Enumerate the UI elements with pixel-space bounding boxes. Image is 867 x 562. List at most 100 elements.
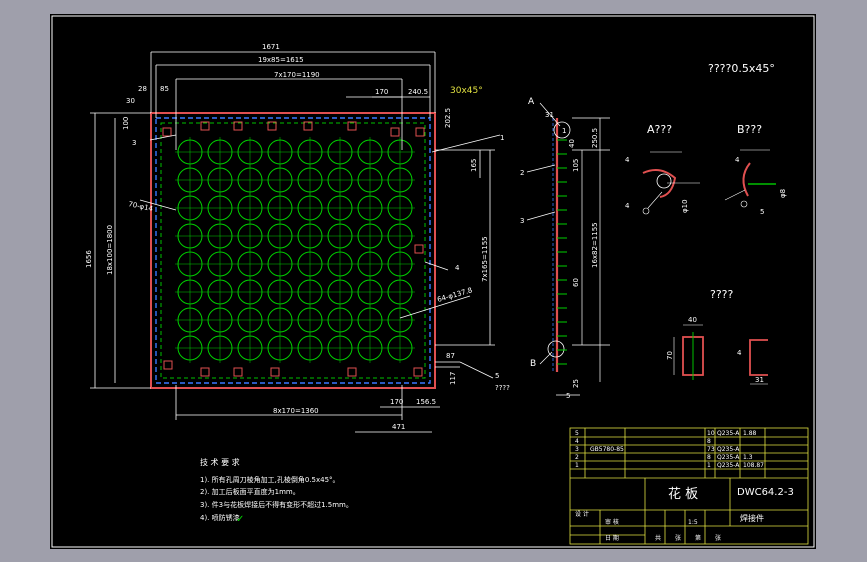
dim-85: 85 — [160, 85, 169, 93]
plate-outline — [150, 112, 436, 389]
row-5: 5 — [575, 430, 579, 437]
chamfer-note: ????0.5x45° — [708, 62, 775, 75]
bolt-marker — [200, 367, 210, 377]
row-3-qty: 73 — [707, 446, 715, 453]
detail-a-4b: 4 — [625, 202, 630, 210]
side-dim-105: 105 — [572, 159, 580, 172]
row-1-wt: 108.87 — [743, 462, 764, 469]
row-1: 1 — [575, 462, 579, 469]
dim-87: 87 — [446, 352, 455, 360]
dim-hole-span-top: 7x170=1190 — [274, 71, 320, 79]
side-span: 16x82=1155 — [591, 222, 599, 268]
detail-c-31: 31 — [755, 376, 764, 384]
checkmark-icon: ✓ — [236, 514, 244, 525]
bolt-marker — [413, 367, 423, 377]
detail-a-4a: 4 — [625, 156, 630, 164]
side-label-a: A — [528, 97, 535, 107]
detail-c: ???? 40 70 31 4 — [666, 288, 768, 385]
row-3: 3 — [575, 446, 579, 453]
side-dim-5: 5 — [566, 392, 570, 400]
bolt-circle-line — [160, 122, 426, 379]
dim-156-5: 156.5 — [416, 398, 436, 406]
part-name: 花 板 — [668, 486, 698, 502]
detail-c-70: 70 — [666, 351, 674, 360]
note-line-4: 4). 喷防锈漆 — [200, 513, 240, 522]
dim-left-bolt: 18x100=1800 — [106, 225, 114, 275]
dim-240-5: 240.5 — [408, 88, 428, 96]
row-4: 4 — [575, 438, 579, 445]
bolt-marker — [233, 367, 243, 377]
dim-hole-span-right: 7x165=1155 — [481, 236, 489, 282]
hole-grid — [175, 137, 415, 363]
dim-30: 30 — [126, 97, 135, 105]
sheet-border — [51, 15, 815, 548]
side-mark-2: 2 — [520, 169, 524, 177]
detail-a: A??? 4 4 φ10 — [625, 123, 700, 215]
row-5-qty: 10 — [707, 430, 715, 437]
dim-170-top: 170 — [375, 88, 388, 96]
side-view: A B 31 1 250.5 40 105 16x82=1155 60 25 5… — [520, 97, 610, 400]
side-label-b: B — [530, 359, 536, 369]
detail-b-title: B??? — [737, 123, 762, 136]
chamfer-label-text: 30x45° — [450, 86, 483, 96]
bolt-marker — [347, 367, 357, 377]
dim-471: 471 — [392, 423, 405, 431]
side-dim-60: 60 — [572, 278, 580, 287]
drawing-number: DWC64.2-3 — [737, 487, 794, 498]
row-2: 2 — [575, 454, 579, 461]
tb-date: 日 期 — [605, 534, 619, 542]
tb-check: 审 核 — [605, 518, 619, 526]
detail-b-5: 5 — [760, 208, 764, 216]
title-block: 5 4 3 2 1 GB5780-85 10 Q235-A 1.88 8 73 … — [569, 427, 809, 545]
row-3-mat: Q235-A — [717, 446, 740, 453]
note-line-2: 2). 加工后板面平直度为1mm。 — [200, 487, 300, 496]
row-1-mat: Q235-A — [717, 462, 740, 469]
note-line-3: 3). 件3与花板焊接后不得有变形不超过1.5mm。 — [200, 500, 353, 509]
tb-sheets-b: 张 — [675, 534, 681, 542]
detail-b-4: 4 — [735, 156, 740, 164]
bolt-marker — [415, 127, 425, 137]
technical-notes: 技 术 要 求 1). 所有孔周刀棱角加工,孔棱倒角0.5x45°。 2). 加… — [200, 457, 353, 525]
side-ticks — [557, 139, 567, 365]
row-2-mat: Q235-A — [717, 454, 740, 461]
bolt-marker — [163, 360, 173, 370]
detail-c-40: 40 — [688, 316, 697, 324]
mark-5: 5 — [495, 372, 499, 380]
mark-1: 1 — [500, 134, 504, 142]
main-plate-view — [150, 112, 436, 389]
row-2-qty: 8 — [707, 454, 711, 461]
dim-117: 117 — [449, 372, 457, 385]
bolt-markers — [162, 121, 425, 377]
tb-sheet-b: 张 — [715, 534, 721, 542]
bolt-marker — [414, 244, 424, 254]
row-4-qty: 8 — [707, 438, 711, 445]
subtitle: 焊接件 — [740, 513, 764, 523]
dim-overall-width: 1671 — [262, 43, 280, 51]
row-2-wt: 1.3 — [743, 454, 753, 461]
dim-28: 28 — [138, 85, 147, 93]
dim-165: 165 — [470, 159, 478, 172]
note-line-1: 1). 所有孔周刀棱角加工,孔棱倒角0.5x45°。 — [200, 475, 340, 484]
side-dim-25: 25 — [572, 379, 580, 388]
detail-c-title: ???? — [710, 288, 734, 301]
bolt-marker — [390, 127, 400, 137]
detail-a-title: A??? — [647, 123, 672, 136]
dim-100: 100 — [122, 117, 130, 130]
tb-sheets-a: 共 — [655, 534, 661, 542]
dim-bottom-span: 8x170=1360 — [273, 407, 319, 415]
row-5-wt: 1.88 — [743, 430, 757, 437]
detail-a-phi: φ10 — [681, 199, 689, 213]
detail-b-phi: φ8 — [779, 189, 787, 198]
dim-170-bottom: 170 — [390, 398, 403, 406]
mark-3: 3 — [132, 139, 136, 147]
dim-bolt-span: 19x85=1615 — [258, 56, 304, 64]
side-dim-31: 31 — [545, 111, 554, 119]
bolt-marker — [162, 127, 172, 137]
side-mark-3: 3 — [520, 217, 524, 225]
side-mark-1: 1 — [562, 127, 566, 135]
detail-c-4: 4 — [737, 349, 742, 357]
row-1-qty: 1 — [707, 462, 711, 469]
bolt-marker — [270, 367, 280, 377]
tb-design: 设 计 — [575, 510, 589, 518]
dim-202-5: 202.5 — [444, 108, 452, 128]
